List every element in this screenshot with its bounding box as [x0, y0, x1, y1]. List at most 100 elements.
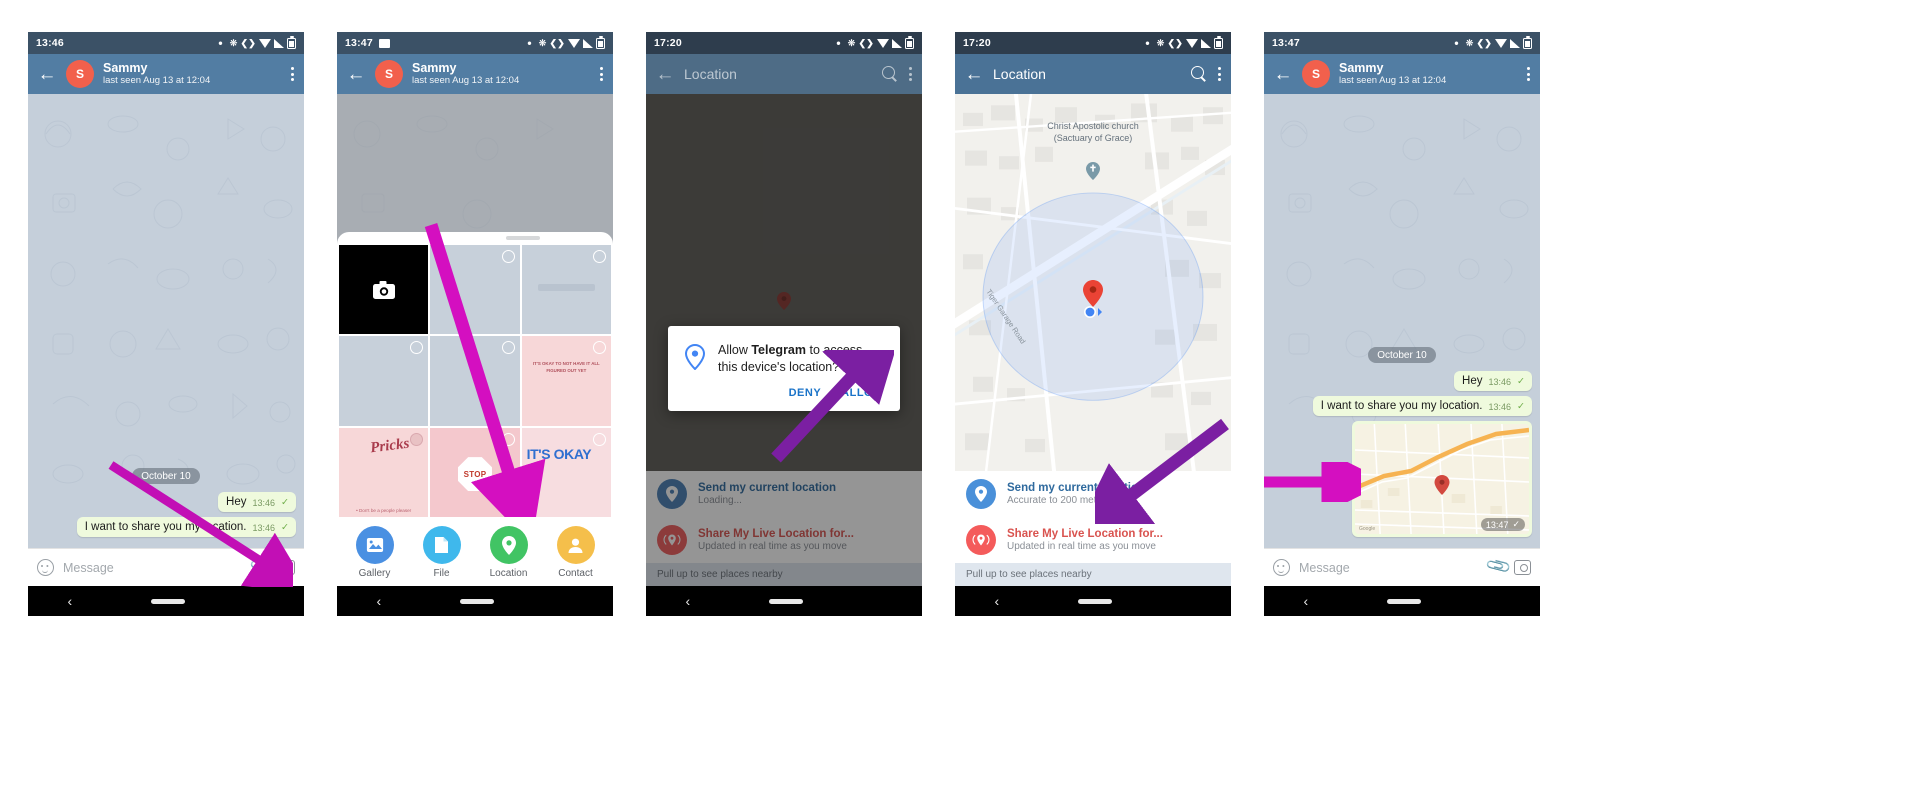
dialog-body: Allow Telegram to access this device's l…: [684, 342, 884, 375]
select-circle-icon[interactable]: [501, 432, 515, 446]
contact-info[interactable]: Sammy last seen Aug 13 at 12:04: [412, 61, 590, 86]
dot-icon: •: [1145, 36, 1150, 50]
status-bar: 13:46 • ❊ ❮❯: [28, 32, 304, 54]
gallery-photo-tile[interactable]: [430, 336, 520, 426]
attach-option-gallery[interactable]: Gallery: [346, 526, 404, 579]
message-input[interactable]: Message: [63, 561, 244, 575]
attach-option-file[interactable]: File: [413, 526, 471, 579]
app-bar: ← Location: [646, 54, 922, 94]
contact-info[interactable]: Sammy last seen Aug 13 at 12:04: [1339, 61, 1517, 86]
overflow-menu-icon[interactable]: [599, 65, 604, 83]
select-circle-icon[interactable]: [410, 432, 424, 446]
overflow-menu-icon[interactable]: [1526, 65, 1531, 83]
nav-back-icon[interactable]: ‹: [686, 593, 691, 609]
camera-icon[interactable]: [278, 560, 295, 575]
gallery-stop-tile[interactable]: STOP: [430, 427, 520, 517]
gallery-photo-tile[interactable]: [339, 336, 429, 426]
contact-info[interactable]: Sammy last seen Aug 13 at 12:04: [103, 61, 281, 86]
emoji-icon[interactable]: [1273, 559, 1290, 576]
wifi-icon: [259, 38, 271, 48]
attachment-clip-icon[interactable]: 📎: [1485, 552, 1513, 580]
vibrate-icon: ❮❯: [858, 37, 874, 48]
avatar[interactable]: S: [375, 60, 403, 88]
allow-button[interactable]: ALLOW: [841, 387, 884, 399]
gallery-note-tile[interactable]: IT'S OKAY TO NOT HAVE IT ALL FIGURED OUT…: [521, 336, 611, 426]
back-arrow-icon[interactable]: ←: [37, 65, 57, 84]
phone-location-picker: 17:20 • ❊ ❮❯ ← Location Christ Apostolic…: [955, 32, 1231, 616]
camera-icon[interactable]: [1514, 560, 1531, 575]
select-circle-icon[interactable]: [593, 341, 606, 355]
contact-status: last seen Aug 13 at 12:04: [1339, 74, 1447, 86]
gallery-photo-tile[interactable]: [521, 244, 611, 335]
avatar[interactable]: S: [66, 60, 94, 88]
pin-icon: [489, 526, 528, 564]
dialog-text: Allow Telegram to access this device's l…: [718, 342, 884, 375]
map-area[interactable]: Christ Apostolic church (Sactuary of Gra…: [955, 94, 1231, 471]
nav-home-icon[interactable]: [1078, 598, 1113, 604]
page-title: Location: [684, 66, 737, 82]
sheet-drag-handle[interactable]: [337, 232, 613, 245]
emoji-icon[interactable]: [37, 559, 54, 576]
message-text: I want to share you my location.: [84, 521, 247, 533]
send-current-location-item[interactable]: Send my current location Accurate to 200…: [955, 471, 1231, 517]
attachment-clip-icon[interactable]: 📎: [249, 552, 277, 580]
gallery-camera-tile[interactable]: [339, 244, 429, 335]
select-circle-icon[interactable]: [501, 249, 515, 263]
gallery-okay-tile[interactable]: IT'S OKAY: [521, 427, 611, 517]
message-status-icon: ✓: [1517, 376, 1525, 387]
phone-chat-after: 13:47 • ❊ ❮❯ ← S Sammy last seen Aug 13 …: [1264, 32, 1540, 616]
avatar[interactable]: S: [1302, 60, 1330, 88]
attach-option-location[interactable]: Location: [480, 526, 538, 579]
status-icons: • ❊ ❮❯: [527, 35, 605, 50]
nav-back-icon[interactable]: ‹: [995, 593, 1000, 609]
back-arrow-icon[interactable]: ←: [1273, 65, 1293, 84]
attach-option-contact[interactable]: Contact: [547, 526, 605, 579]
item-subtitle: Accurate to 200 meters: [1007, 495, 1111, 506]
nav-back-icon[interactable]: ‹: [68, 593, 73, 609]
back-arrow-icon[interactable]: ←: [346, 65, 366, 84]
search-icon[interactable]: [882, 66, 898, 82]
select-circle-icon[interactable]: [410, 341, 424, 355]
nav-home-icon[interactable]: [769, 598, 804, 604]
message-bubble[interactable]: I want to share you my location. 13:46 ✓: [76, 517, 296, 537]
chat-area: October 10 Hey 13:46 ✓ I want to share y…: [28, 94, 304, 548]
location-message-bubble[interactable]: Google 13:47 ✓: [1352, 421, 1532, 537]
attachment-bottom-sheet: IT'S OKAY TO NOT HAVE IT ALL FIGURED OUT…: [337, 231, 613, 586]
message-input[interactable]: Message: [1299, 561, 1480, 575]
select-circle-icon[interactable]: [593, 432, 606, 446]
back-arrow-icon[interactable]: ←: [655, 65, 675, 84]
message-bubble[interactable]: Hey 13:46 ✓: [1454, 371, 1532, 391]
contact-status: last seen Aug 13 at 12:04: [103, 74, 211, 86]
deny-button[interactable]: DENY: [789, 387, 822, 399]
file-icon: [422, 526, 461, 564]
message-bubble[interactable]: Hey 13:46 ✓: [218, 492, 296, 512]
nav-home-icon[interactable]: [460, 598, 495, 604]
message-bubble[interactable]: I want to share you my location. 13:46 ✓: [1312, 396, 1532, 416]
overflow-menu-icon[interactable]: [290, 65, 295, 83]
select-circle-icon[interactable]: [593, 249, 606, 263]
share-live-location-item[interactable]: Share My Live Location for... Updated in…: [955, 517, 1231, 563]
signal-icon: [1201, 38, 1211, 48]
select-circle-icon[interactable]: [501, 341, 515, 355]
gallery-photo-tile[interactable]: [430, 244, 520, 335]
search-icon[interactable]: [1191, 66, 1207, 82]
nav-home-icon[interactable]: [151, 598, 186, 604]
stop-sign-icon: STOP: [457, 457, 492, 492]
overflow-menu-icon[interactable]: [1217, 65, 1222, 83]
message-composer: Message 📎: [28, 548, 304, 586]
nav-home-icon[interactable]: [1387, 598, 1422, 604]
screenshot-icon: [378, 38, 390, 48]
current-position-dot-icon: [1083, 306, 1103, 318]
gallery-pricks-tile[interactable]: Pricks • Don't be a people pleaser: [339, 427, 429, 517]
nav-back-icon[interactable]: ‹: [1304, 593, 1309, 609]
overflow-menu-icon[interactable]: [908, 65, 913, 83]
message-status-icon: ✓: [281, 522, 289, 533]
back-arrow-icon[interactable]: ←: [964, 65, 984, 84]
message-status-icon: ✓: [281, 497, 289, 508]
message-time: 13:46: [252, 523, 276, 533]
item-title: Send my current location: [1007, 482, 1146, 494]
signal-icon: [583, 38, 593, 48]
pin-icon: [966, 479, 996, 509]
attachment-options-row: Gallery File Location Contact: [337, 517, 613, 586]
nav-back-icon[interactable]: ‹: [377, 593, 382, 609]
